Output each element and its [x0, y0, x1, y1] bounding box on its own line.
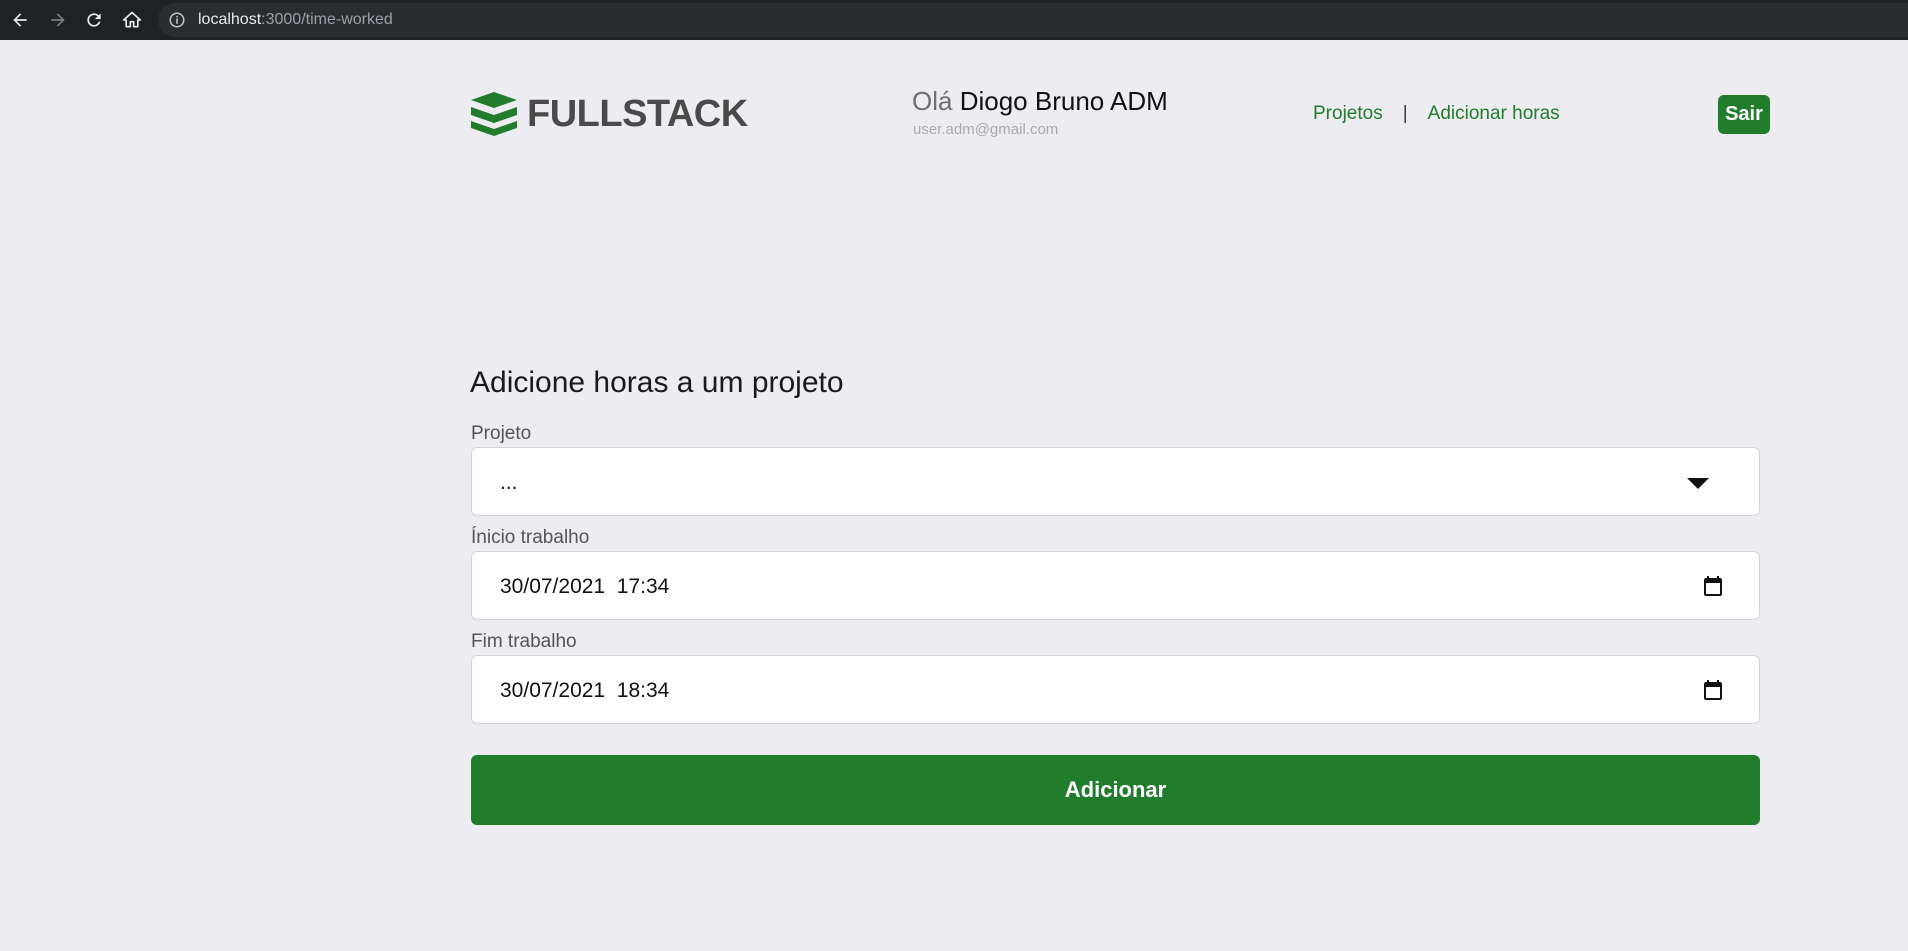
- reload-button[interactable]: [78, 4, 110, 36]
- nav-link-add-hours[interactable]: Adicionar horas: [1428, 103, 1560, 125]
- logo[interactable]: FULLSTACK: [471, 92, 748, 136]
- start-datetime-value: 30/07/2021 17:34: [500, 575, 670, 598]
- start-label: Ínicio trabalho: [471, 527, 590, 548]
- main-nav: Projetos | Adicionar horas: [1313, 103, 1560, 125]
- greeting-word: Olá: [912, 86, 953, 116]
- user-greeting: Olá Diogo Bruno ADM: [912, 86, 1168, 117]
- nav-separator: |: [1402, 103, 1408, 124]
- url-path: :3000/time-worked: [261, 11, 393, 28]
- browser-toolbar: localhost:3000/time-worked: [0, 0, 1908, 40]
- project-select[interactable]: ...: [471, 447, 1760, 516]
- end-label: Fim trabalho: [471, 631, 577, 652]
- url-host: localhost: [198, 11, 262, 28]
- logout-button[interactable]: Sair: [1718, 95, 1770, 134]
- forward-arrow-icon: [51, 13, 65, 27]
- forward-button[interactable]: [42, 4, 74, 36]
- start-datetime-input[interactable]: 30/07/2021 17:34: [471, 551, 1760, 620]
- calendar-icon[interactable]: [1701, 574, 1725, 598]
- end-datetime-value: 30/07/2021 18:34: [500, 679, 670, 702]
- address-bar[interactable]: localhost:3000/time-worked: [158, 3, 1908, 37]
- home-button[interactable]: [116, 4, 148, 36]
- project-select-value: ...: [500, 471, 518, 494]
- user-name: Diogo Bruno ADM: [959, 86, 1168, 116]
- end-datetime-input[interactable]: 30/07/2021 18:34: [471, 655, 1760, 724]
- back-arrow-icon: [13, 13, 27, 27]
- stack-logo-icon: [471, 92, 517, 136]
- info-icon[interactable]: [168, 11, 186, 29]
- logo-text: FULLSTACK: [527, 92, 748, 135]
- reload-icon: [87, 13, 101, 27]
- nav-link-projects[interactable]: Projetos: [1313, 103, 1383, 125]
- user-email: user.adm@gmail.com: [913, 121, 1059, 138]
- project-label: Projeto: [471, 423, 532, 444]
- add-button[interactable]: Adicionar: [471, 755, 1760, 825]
- url-text[interactable]: localhost:3000/time-worked: [198, 11, 393, 29]
- home-icon: [122, 11, 142, 28]
- chevron-down-icon: [1687, 478, 1709, 489]
- back-button[interactable]: [4, 4, 36, 36]
- page-title: Adicione horas a um projeto: [470, 366, 844, 399]
- calendar-icon[interactable]: [1701, 678, 1725, 702]
